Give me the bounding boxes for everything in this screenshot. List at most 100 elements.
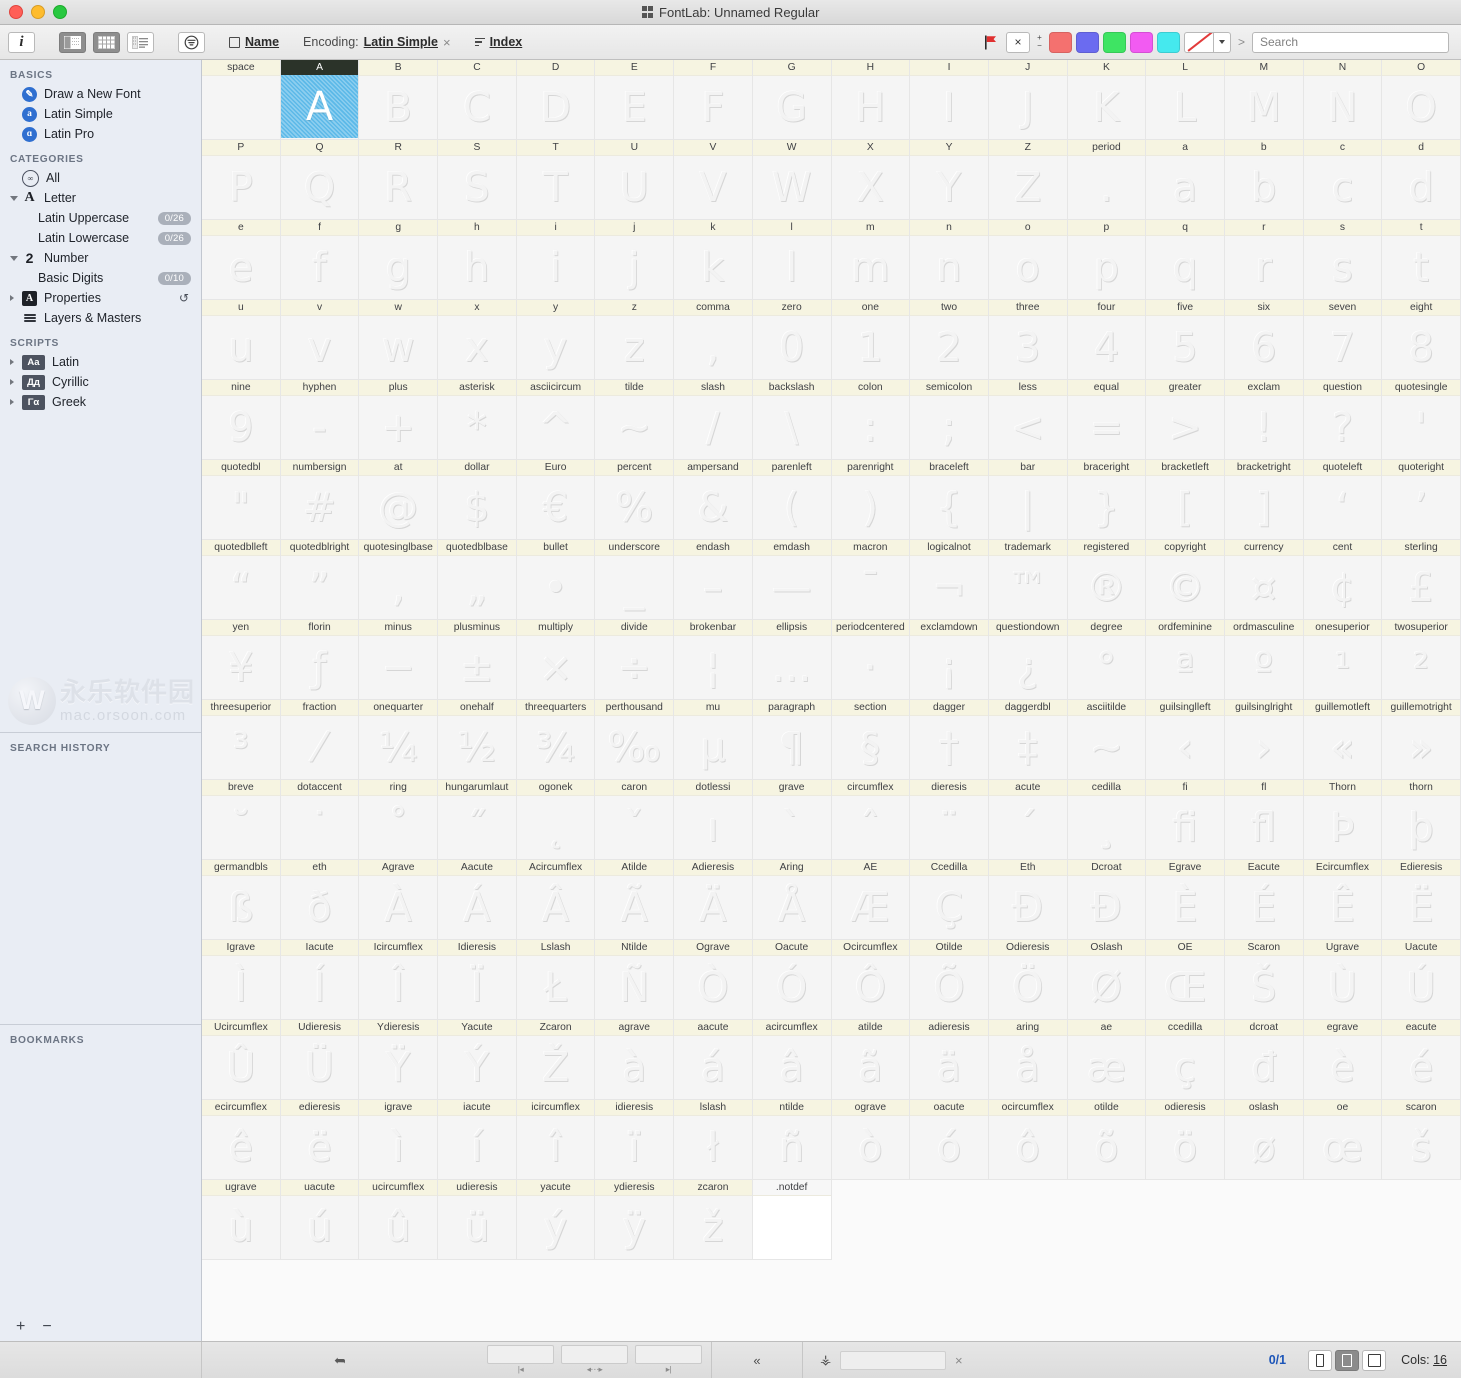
glyph-cell[interactable]: OE Œ <box>1146 940 1225 1020</box>
sidebar-item-latin-simple[interactable]: a Latin Simple <box>0 104 201 124</box>
glyph-cell[interactable]: seven 7 <box>1303 300 1383 380</box>
glyph-cell[interactable]: fraction ⁄ <box>280 700 360 780</box>
add-item-button[interactable]: + <box>16 1318 25 1336</box>
glyph-cell[interactable]: ae æ <box>1067 1020 1147 1100</box>
glyph-cell[interactable]: daggerdbl ‡ <box>988 700 1068 780</box>
glyph-cell[interactable]: degree ° <box>1067 620 1147 700</box>
glyph-cell[interactable]: dotaccent ˙ <box>280 780 360 860</box>
glyph-cell[interactable]: Acircumflex Â <box>516 860 596 940</box>
glyph-cell[interactable]: plus + <box>359 380 439 460</box>
glyph-cell[interactable]: Zcaron Ž <box>516 1020 596 1100</box>
glyph-cell[interactable]: currency ¤ <box>1224 540 1304 620</box>
search-input[interactable]: Search <box>1252 31 1449 53</box>
glyph-cell[interactable]: Idieresis Ï <box>438 940 517 1020</box>
glyph-cell[interactable]: ucircumflex û <box>359 1180 439 1260</box>
clear-mark-button[interactable]: × <box>1005 31 1030 53</box>
encoding-value[interactable]: Latin Simple <box>364 35 438 49</box>
glyph-cell[interactable]: quoteleft ‘ <box>1303 460 1383 540</box>
glyph-cell[interactable]: dotlessi ı <box>674 780 753 860</box>
encoding-clear-icon[interactable]: × <box>443 35 451 50</box>
view-mode-medium-button[interactable] <box>1335 1349 1360 1371</box>
glyph-cell[interactable]: Thorn Þ <box>1303 780 1383 860</box>
glyph-cell[interactable]: ellipsis… <box>752 620 832 700</box>
sidebar-item-greek[interactable]: Γα Greek <box>0 392 201 412</box>
glyph-cell[interactable]: bracketleft [ <box>1146 460 1225 540</box>
glyph-cell[interactable]: JJ <box>988 60 1068 140</box>
glyph-cell[interactable]: asciitilde ~ <box>1067 700 1147 780</box>
remove-item-button[interactable]: − <box>42 1318 51 1336</box>
glyph-cell[interactable]: fl ﬂ <box>1224 780 1304 860</box>
glyph-cell[interactable]: trademark ™ <box>988 540 1068 620</box>
glyph-cell[interactable]: eacute é <box>1382 1020 1461 1100</box>
glyph-cell[interactable]: Agrave À <box>359 860 439 940</box>
sidebar-item-all[interactable]: ∞ All <box>0 168 201 188</box>
glyph-cell[interactable]: fi ﬁ <box>1146 780 1225 860</box>
glyph-cell[interactable]: registered ® <box>1067 540 1147 620</box>
glyph-cell[interactable]: eth ð <box>280 860 360 940</box>
glyph-cell[interactable]: ee <box>202 220 281 300</box>
color-swatch-magenta[interactable] <box>1129 31 1153 53</box>
glyph-cell[interactable]: Aring Å <box>752 860 832 940</box>
disclosure-triangle-icon[interactable] <box>10 255 18 261</box>
glyph-cell[interactable]: egrave è <box>1303 1020 1383 1100</box>
glyph-cell[interactable]: mu µ <box>674 700 753 780</box>
glyph-cell[interactable]: dollar $ <box>438 460 517 540</box>
lock-clear-icon[interactable]: × <box>955 1353 963 1368</box>
glyph-cell[interactable]: less < <box>988 380 1068 460</box>
glyph-cell[interactable]: ocircumflex ô <box>988 1100 1068 1180</box>
glyph-cell[interactable]: ii <box>516 220 596 300</box>
glyph-cell[interactable]: DD <box>516 60 596 140</box>
glyph-cell[interactable]: .notdef <box>752 1180 832 1260</box>
glyph-cell[interactable]: section § <box>831 700 911 780</box>
mark-stepper[interactable]: + − <box>1034 32 1045 53</box>
minimize-button[interactable] <box>31 5 45 19</box>
glyph-cell[interactable]: Eacute É <box>1224 860 1304 940</box>
glyph-cell[interactable]: ss <box>1303 220 1383 300</box>
disclosure-triangle-icon[interactable] <box>10 295 14 301</box>
glyph-cell[interactable]: oo <box>988 220 1068 300</box>
zoom-slider-max[interactable] <box>635 1345 702 1364</box>
glyph-cell[interactable]: ograve ò <box>831 1100 911 1180</box>
glyph-cell[interactable]: asterisk * <box>438 380 517 460</box>
glyph-cell[interactable]: Lslash Ł <box>516 940 596 1020</box>
glyph-cell[interactable]: igrave ì <box>359 1100 439 1180</box>
glyph-cell[interactable]: NN <box>1303 60 1383 140</box>
sidebar-item-cyrillic[interactable]: Дд Cyrillic <box>0 372 201 392</box>
glyph-cell[interactable]: hh <box>438 220 517 300</box>
glyph-cell[interactable]: logicalnot ¬ <box>910 540 989 620</box>
glyph-cell[interactable]: ordfeminine ª <box>1146 620 1225 700</box>
glyph-cell[interactable]: perthousand ‰ <box>595 700 675 780</box>
glyph-cell[interactable]: FF <box>674 60 753 140</box>
zoom-slider-group[interactable]: |◂ ◂⋯▸ ▸| <box>477 1342 702 1378</box>
zoom-slider-mid[interactable] <box>561 1345 628 1364</box>
glyph-cell[interactable]: Igrave Ì <box>202 940 281 1020</box>
glyph-cell[interactable]: exclamdown ¡ <box>910 620 989 700</box>
panel-view-button[interactable] <box>59 31 86 53</box>
glyph-cell[interactable]: mm <box>831 220 911 300</box>
glyph-cell[interactable]: agrave à <box>595 1020 675 1100</box>
glyph-cell[interactable]: bullet • <box>516 540 596 620</box>
glyph-cell[interactable]: odieresis ö <box>1146 1100 1225 1180</box>
glyph-cell[interactable]: periodcentered · <box>831 620 911 700</box>
sidebar-item-latin-pro[interactable]: ɑ Latin Pro <box>0 124 201 144</box>
glyph-cell[interactable]: oslash ø <box>1224 1100 1304 1180</box>
glyph-cell[interactable]: qq <box>1146 220 1225 300</box>
glyph-cell[interactable]: EE <box>595 60 675 140</box>
glyph-cell[interactable]: AA <box>280 60 360 140</box>
glyph-cell[interactable]: slash / <box>674 380 753 460</box>
glyph-cell[interactable]: PP <box>202 140 281 220</box>
glyph-cell[interactable]: threequarters ¾ <box>516 700 596 780</box>
encoding-control[interactable]: Encoding: Latin Simple × <box>303 35 451 50</box>
glyph-cell[interactable]: hyphen - <box>280 380 360 460</box>
glyph-cell[interactable]: AE Æ <box>831 860 911 940</box>
glyph-cell[interactable]: scaron š <box>1382 1100 1461 1180</box>
glyph-cell[interactable]: Ecircumflex Ê <box>1303 860 1383 940</box>
glyph-cell[interactable]: zz <box>595 300 675 380</box>
glyph-cell[interactable]: onequarter ¼ <box>359 700 439 780</box>
glyph-cell[interactable]: quotesinglbase ‚ <box>359 540 439 620</box>
glyph-cell[interactable]: greater > <box>1146 380 1225 460</box>
glyph-cell[interactable]: acute ´ <box>988 780 1068 860</box>
glyph-cell[interactable]: adieresis ä <box>910 1020 989 1100</box>
glyph-cell[interactable]: asciicircum ^ <box>516 380 596 460</box>
glyph-cell[interactable]: RR <box>359 140 439 220</box>
